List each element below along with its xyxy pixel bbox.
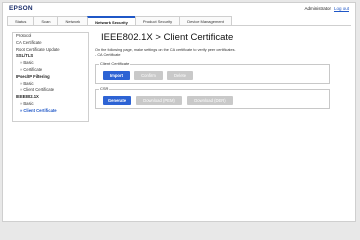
confirm-button[interactable]: Confirm [134,71,163,80]
chevron-right-icon: » [20,60,23,66]
sidebar-item-label: Basic [23,60,34,66]
sidebar-section-ipsec: IPsec/IP Filtering [16,73,50,79]
main-tabs: Status Scan Network Network Security Pro… [7,16,232,25]
chevron-right-icon: » [20,100,23,106]
download-pem-button[interactable]: Download (PEM) [136,96,182,105]
sidebar-section-ieee8021x: IEEE802.1X [16,94,39,100]
sidebar-item-label: Basic [23,100,34,106]
chevron-right-icon: » [20,80,23,86]
tab-product-security[interactable]: Product Security [134,16,181,25]
sidebar-item-label: Basic [23,80,34,86]
chevron-right-icon: » [20,107,23,113]
tab-device-management[interactable]: Device Management [179,16,232,25]
main-content: IEEE802.1X > Client Certificate On the f… [95,32,345,109]
sidebar-item-label: Client Certificate [23,107,57,113]
sidebar-section-ssl-tls: SSL/TLS [16,53,34,59]
sidebar-item-label: Client Certificate [23,87,55,93]
epson-logo: EPSON [9,5,33,12]
import-button[interactable]: Import [103,71,130,80]
description-line: - CA Certificate [95,53,121,57]
sidebar-item-ipsec-client-certificate[interactable]: »Client Certificate [13,87,88,94]
browser-frame: EPSON Administrator Log out Status Scan … [2,2,356,222]
delete-button[interactable]: Delete [167,71,193,80]
sidebar-item-label: Certificate [23,66,43,72]
sidebar-item-ca-certificate[interactable]: CA Certificate [13,40,88,47]
chevron-right-icon: » [20,66,23,72]
user-label: Administrator [304,6,331,11]
client-certificate-group: Client Certificate Import Confirm Delete [95,61,330,84]
page-title: IEEE802.1X > Client Certificate [101,32,234,43]
top-bar: EPSON Administrator Log out [3,3,355,16]
page-description: On the following page, make settings on … [95,48,345,58]
tab-divider [7,25,351,26]
chevron-right-icon: » [20,87,23,93]
logout-link[interactable]: Log out [334,6,349,11]
tab-network-security[interactable]: Network Security [87,16,136,25]
sidebar-item-ssl-basic[interactable]: »Basic [13,60,88,67]
sidebar-item-ssl-certificate[interactable]: »Certificate [13,67,88,74]
client-certificate-legend: Client Certificate [99,61,131,67]
sidebar-item-ieee-client-certificate[interactable]: »Client Certificate [13,108,88,115]
tab-network[interactable]: Network [57,16,89,25]
csr-legend: CSR [99,86,110,92]
sidebar-item-ipsec-basic[interactable]: »Basic [13,81,88,88]
sidebar-item-ieee-basic[interactable]: »Basic [13,101,88,108]
tab-status[interactable]: Status [7,16,35,25]
sidebar: Protocol CA Certificate Root Certificate… [12,32,89,122]
download-der-button[interactable]: Download (DER) [187,96,233,105]
generate-button[interactable]: Generate [103,96,131,105]
csr-group: CSR Generate Download (PEM) Download (DE… [95,86,330,109]
tab-scan[interactable]: Scan [33,16,59,25]
sidebar-item-protocol[interactable]: Protocol [13,33,88,40]
sidebar-item-root-certificate-update[interactable]: Root Certificate Update [13,47,88,54]
